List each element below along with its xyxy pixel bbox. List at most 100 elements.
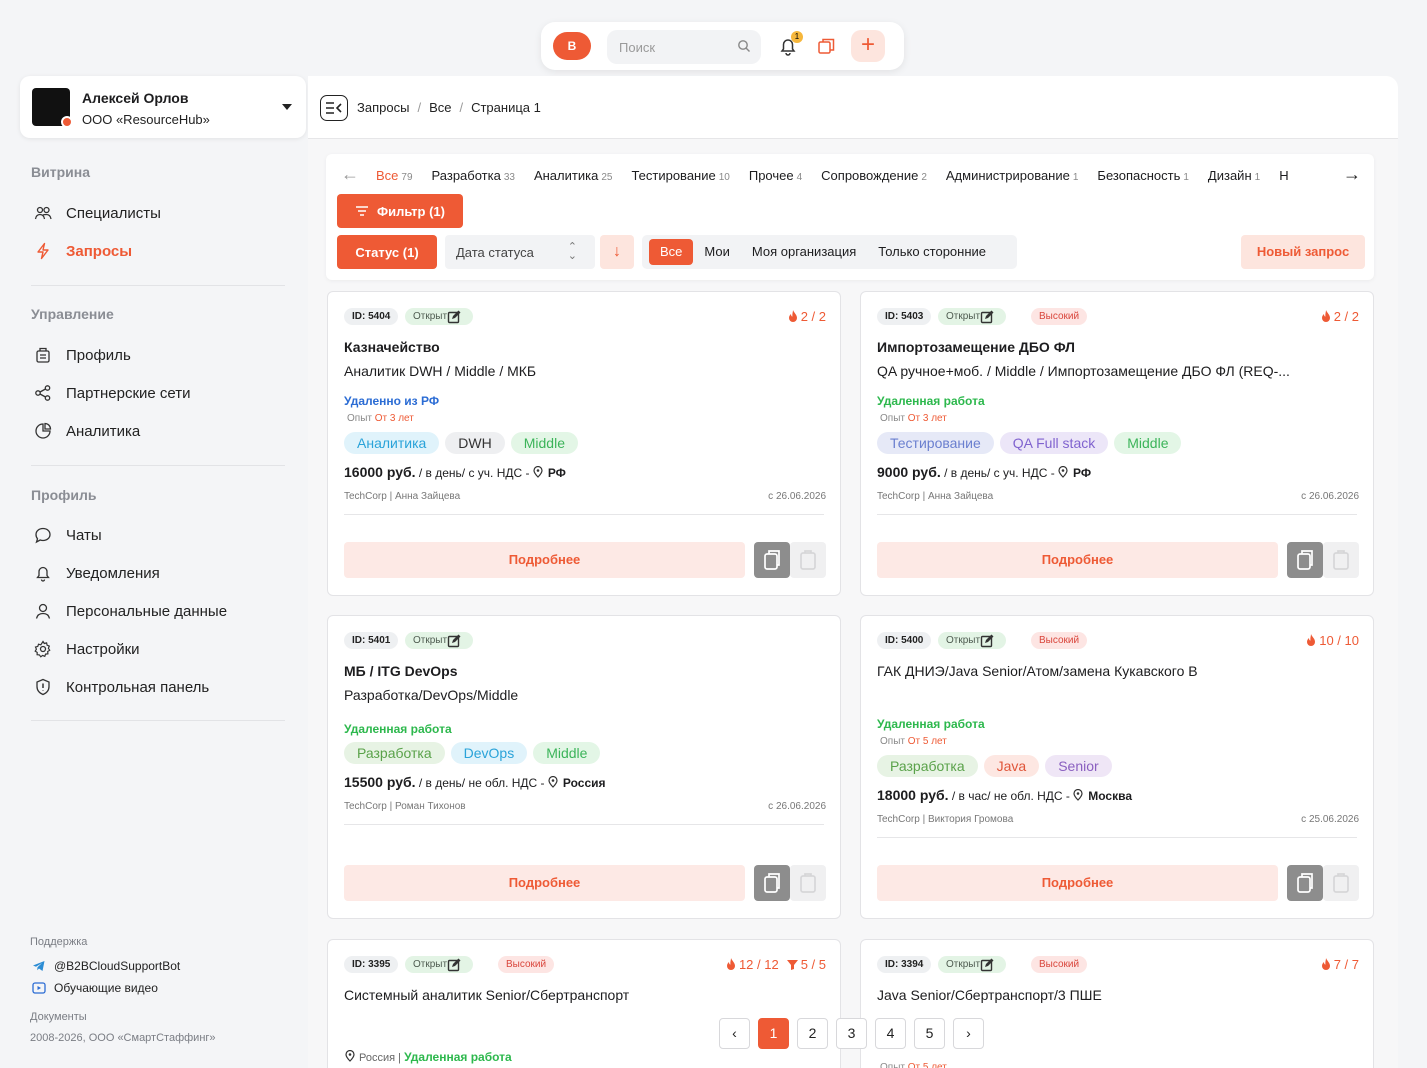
- lightning-icon: [37, 242, 49, 260]
- collapse-sidebar-button[interactable]: [320, 95, 348, 121]
- support-bot-link[interactable]: @B2BCloudSupportBot: [32, 959, 180, 973]
- segment-my-org[interactable]: Моя организация: [741, 239, 867, 265]
- details-button[interactable]: Подробнее: [877, 865, 1278, 901]
- chevron-down-icon[interactable]: [282, 104, 292, 110]
- breadcrumb-all[interactable]: Все: [429, 100, 451, 115]
- sidebar-item-requests[interactable]: Запросы: [34, 239, 132, 263]
- tabs-next-arrow-icon[interactable]: →: [1343, 164, 1361, 185]
- paste-icon: [800, 550, 816, 570]
- add-button[interactable]: +: [851, 30, 885, 62]
- app-logo[interactable]: B: [553, 32, 591, 60]
- copy-icon: [1297, 550, 1313, 570]
- tab-category[interactable]: Дизайн 1: [1208, 168, 1260, 183]
- paste-button[interactable]: [790, 542, 826, 578]
- details-button[interactable]: Подробнее: [344, 542, 745, 578]
- chevron-updown-icon: ⌃ ⌄: [567, 241, 577, 262]
- tab-category[interactable]: Тестирование 10: [631, 168, 729, 183]
- support-bot-label: @B2BCloudSupportBot: [54, 959, 181, 973]
- tab-category[interactable]: Разработка 33: [432, 168, 515, 183]
- request-subtitle[interactable]: Разработка/DevOps/Middle: [344, 687, 834, 703]
- breadcrumb-requests[interactable]: Запросы: [357, 100, 409, 115]
- response-counter: 10 / 10: [1306, 633, 1359, 648]
- sidebar-item-label: Партнерские сети: [66, 384, 191, 402]
- filter-button[interactable]: Фильтр (1): [337, 194, 463, 228]
- tab-category[interactable]: Все 79: [376, 168, 413, 183]
- tutorial-videos-link[interactable]: Обучающие видео: [32, 981, 158, 995]
- copy-button[interactable]: [754, 865, 790, 901]
- copy-button[interactable]: [754, 542, 790, 578]
- request-subtitle[interactable]: Системный аналитик Senior/Сбертранспорт: [344, 987, 834, 1003]
- search-box[interactable]: [607, 30, 761, 64]
- location-pin-icon: [1073, 788, 1083, 803]
- tab-category[interactable]: Администрирование 1: [946, 168, 1079, 183]
- request-title[interactable]: МБ / ITG DevOps: [344, 663, 458, 679]
- request-subtitle[interactable]: Java Senior/Сбертранспорт/3 ПШЕ: [877, 987, 1367, 1003]
- sidebar-item-chats[interactable]: Чаты: [34, 523, 102, 547]
- tab-category[interactable]: Аналитика 25: [534, 168, 612, 183]
- location-row: Россия | Удаленная работа: [345, 1049, 512, 1064]
- sidebar-item-control-panel[interactable]: Контрольная панель: [34, 675, 209, 699]
- rate-amount: 15500 руб.: [344, 774, 416, 790]
- paste-button[interactable]: [1323, 542, 1359, 578]
- experience-value: От 5 лет: [907, 736, 947, 747]
- status-filter-button[interactable]: Статус (1): [337, 235, 437, 269]
- copy-icon: [764, 873, 780, 893]
- request-id-tag: ID: 5404: [344, 308, 399, 325]
- paste-button[interactable]: [790, 865, 826, 901]
- sidebar-item-specialists[interactable]: Специалисты: [34, 201, 161, 225]
- copy-button[interactable]: [1287, 865, 1323, 901]
- page-button[interactable]: 4: [875, 1018, 906, 1049]
- rate-country: Россия: [562, 776, 606, 790]
- skill-chips: Аналитика DWH Middle: [344, 432, 578, 454]
- tab-category[interactable]: Прочее 4: [749, 168, 802, 183]
- request-id-tag: ID: 3395: [344, 956, 399, 973]
- documents-link[interactable]: Документы: [30, 1011, 87, 1023]
- sidebar-item-profile[interactable]: Профиль: [34, 343, 131, 367]
- page-prev-button[interactable]: ‹: [719, 1018, 750, 1049]
- experience-value: От 5 лет: [907, 1062, 947, 1068]
- tab-category[interactable]: Безопасность 1: [1097, 168, 1189, 183]
- windows-icon[interactable]: [815, 35, 837, 57]
- sidebar-item-settings[interactable]: Настройки: [34, 637, 140, 661]
- segment-mine[interactable]: Мои: [693, 239, 740, 265]
- people-icon: [34, 206, 52, 220]
- user-card[interactable]: Алексей Орлов ООО «ResourceHub»: [20, 76, 306, 138]
- page-button[interactable]: 3: [836, 1018, 867, 1049]
- search-icon[interactable]: [737, 39, 751, 53]
- skill-chip: Middle: [533, 742, 601, 764]
- paste-button[interactable]: [1323, 865, 1359, 901]
- search-input[interactable]: [607, 30, 727, 64]
- share-icon: [35, 385, 51, 401]
- page-button[interactable]: 5: [914, 1018, 945, 1049]
- segment-third-party[interactable]: Только сторонние: [867, 239, 997, 265]
- tabs-prev-arrow-icon[interactable]: ←: [341, 164, 359, 185]
- sidebar-item-notifications[interactable]: Уведомления: [34, 561, 160, 585]
- page-next-button[interactable]: ›: [953, 1018, 984, 1049]
- status-tag-label: Открыт: [413, 311, 448, 322]
- request-subtitle[interactable]: Аналитик DWH / Middle / МКБ: [344, 363, 834, 379]
- skill-chip: Разработка: [877, 755, 978, 777]
- date-status-select[interactable]: Дата статуса ⌃ ⌄: [445, 235, 595, 269]
- contact-name: Анна Зайцева: [927, 491, 994, 502]
- details-button[interactable]: Подробнее: [344, 865, 745, 901]
- sidebar-item-analytics[interactable]: Аналитика: [34, 419, 140, 443]
- request-title[interactable]: Импортозамещение ДБО ФЛ: [877, 339, 1075, 355]
- page-button[interactable]: 2: [797, 1018, 828, 1049]
- new-request-button[interactable]: Новый запрос: [1241, 235, 1365, 269]
- tab-category[interactable]: Н: [1279, 168, 1291, 183]
- request-title[interactable]: Казначейство: [344, 339, 440, 355]
- sidebar-item-personal-data[interactable]: Персональные данные: [34, 599, 227, 623]
- segment-all[interactable]: Все: [649, 239, 694, 265]
- tab-count: 33: [503, 172, 515, 183]
- request-subtitle[interactable]: ГАК ДНИЭ/Java Senior/Атом/замена Кукавск…: [877, 663, 1367, 679]
- tab-category[interactable]: Сопровождение 2: [821, 168, 927, 183]
- sidebar-item-partner-networks[interactable]: Партнерские сети: [34, 381, 191, 405]
- request-subtitle[interactable]: QA ручное+моб. / Middle / Импортозамещен…: [877, 363, 1367, 379]
- sort-direction-button[interactable]: ↓: [600, 235, 634, 269]
- divider: [344, 824, 824, 825]
- work-location: Удаленная работа: [877, 394, 985, 408]
- page-button[interactable]: 1: [758, 1018, 789, 1049]
- details-button[interactable]: Подробнее: [877, 542, 1278, 578]
- sidebar-item-label: Уведомления: [66, 564, 160, 582]
- copy-button[interactable]: [1287, 542, 1323, 578]
